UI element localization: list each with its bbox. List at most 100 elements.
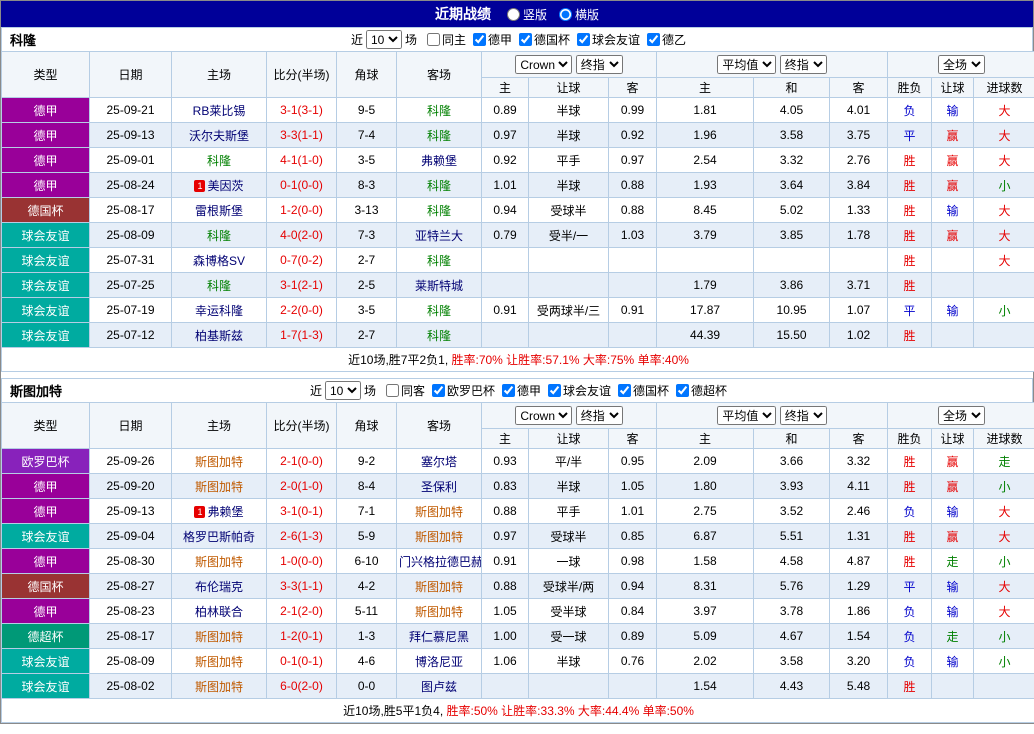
competition-filter[interactable]: 球会友谊 xyxy=(577,31,640,48)
competition-filter[interactable]: 同客 xyxy=(386,382,425,399)
layout-radio[interactable] xyxy=(559,8,572,21)
away-team-name[interactable]: 图卢兹 xyxy=(421,680,457,694)
competition-filter[interactable]: 德超杯 xyxy=(676,382,727,399)
scope-select[interactable]: 全场 xyxy=(938,406,985,425)
competition-filter-checkbox[interactable] xyxy=(432,384,445,397)
home-team-name[interactable]: RB莱比锡 xyxy=(193,104,246,118)
away-team-name[interactable]: 门兴格拉德巴赫 xyxy=(399,555,482,569)
competition-filter-checkbox[interactable] xyxy=(647,33,660,46)
home-team-name[interactable]: 弗赖堡 xyxy=(207,505,243,519)
competition-filter[interactable]: 德甲 xyxy=(473,31,512,48)
scope-select[interactable]: 全场 xyxy=(938,55,985,74)
competition-filter[interactable]: 德甲 xyxy=(502,382,541,399)
avg-draw-odds-cell: 4.58 xyxy=(754,549,830,574)
home-team-name[interactable]: 斯图加特 xyxy=(195,630,243,644)
away-team-name[interactable]: 博洛尼亚 xyxy=(415,655,463,669)
layout-radio-option[interactable]: 竖版 xyxy=(507,6,547,23)
away-team-name[interactable]: 科隆 xyxy=(427,129,451,143)
handicap-away-odds-cell: 0.76 xyxy=(609,649,657,674)
bookmaker-time-select[interactable]: 终指 xyxy=(576,406,623,425)
summary-stats: 胜率:50% 让胜率:33.3% 大率:44.4% 单率:50% xyxy=(447,704,694,718)
competition-filter[interactable]: 德国杯 xyxy=(519,31,570,48)
home-team-name[interactable]: 柏林联合 xyxy=(195,605,243,619)
home-team-cell: 科隆 xyxy=(172,223,267,248)
recent-count-select[interactable]: 10 xyxy=(325,381,361,400)
away-team-name[interactable]: 科隆 xyxy=(427,254,451,268)
competition-filter[interactable]: 德国杯 xyxy=(618,382,669,399)
competition-type-cell: 德超杯 xyxy=(2,624,90,649)
home-team-cell: 柏林联合 xyxy=(172,599,267,624)
competition-filter[interactable]: 德乙 xyxy=(647,31,686,48)
away-team-name[interactable]: 科隆 xyxy=(427,329,451,343)
recent-count-select[interactable]: 10 xyxy=(366,30,402,49)
away-team-name[interactable]: 莱斯特城 xyxy=(415,279,463,293)
home-team-name[interactable]: 柏基斯兹 xyxy=(195,329,243,343)
away-team-name[interactable]: 科隆 xyxy=(427,304,451,318)
match-date-cell: 25-09-13 xyxy=(90,499,172,524)
score-cell: 2-0(1-0) xyxy=(267,474,337,499)
competition-filter-checkbox[interactable] xyxy=(519,33,532,46)
average-time-select[interactable]: 终指 xyxy=(780,55,827,74)
home-team-name[interactable]: 科隆 xyxy=(207,154,231,168)
away-team-name[interactable]: 科隆 xyxy=(427,179,451,193)
goals-result-cell: 小 xyxy=(974,649,1034,674)
home-team-name[interactable]: 幸运科隆 xyxy=(195,304,243,318)
away-team-cell: 斯图加特 xyxy=(397,599,482,624)
avg-home-odds-cell: 1.93 xyxy=(657,173,754,198)
avg-draw-odds-cell: 3.52 xyxy=(754,499,830,524)
home-team-name[interactable]: 斯图加特 xyxy=(195,680,243,694)
home-team-name[interactable]: 格罗巴斯帕奇 xyxy=(183,530,255,544)
competition-filter-checkbox[interactable] xyxy=(502,384,515,397)
average-select[interactable]: 平均值 xyxy=(717,406,776,425)
away-team-name[interactable]: 斯图加特 xyxy=(415,580,463,594)
competition-filter-checkbox[interactable] xyxy=(473,33,486,46)
home-team-name[interactable]: 布伦瑞克 xyxy=(195,580,243,594)
competition-filter-checkbox[interactable] xyxy=(577,33,590,46)
goals-result-cell: 大 xyxy=(974,223,1034,248)
avg-away-odds-cell: 1.54 xyxy=(830,624,888,649)
competition-filter-checkbox[interactable] xyxy=(676,384,689,397)
match-row: 球会友谊25-07-31森博格SV0-7(0-2)2-7科隆胜大 xyxy=(2,248,1034,273)
layout-radio[interactable] xyxy=(507,8,520,21)
home-team-name[interactable]: 斯图加特 xyxy=(195,455,243,469)
away-team-name[interactable]: 斯图加特 xyxy=(415,605,463,619)
home-team-name[interactable]: 斯图加特 xyxy=(195,555,243,569)
home-team-name[interactable]: 森博格SV xyxy=(193,254,245,268)
home-team-name[interactable]: 科隆 xyxy=(207,229,231,243)
bookmaker-time-select[interactable]: 终指 xyxy=(576,55,623,74)
competition-filter-checkbox[interactable] xyxy=(618,384,631,397)
bookmaker-select[interactable]: Crown xyxy=(515,55,572,74)
away-team-name[interactable]: 斯图加特 xyxy=(415,530,463,544)
away-team-name[interactable]: 拜仁慕尼黑 xyxy=(409,630,469,644)
away-team-name[interactable]: 科隆 xyxy=(427,204,451,218)
bookmaker-select[interactable]: Crown xyxy=(515,406,572,425)
handicap-line-cell: 半球 xyxy=(529,474,609,499)
competition-filter-checkbox[interactable] xyxy=(427,33,440,46)
competition-type-cell: 德甲 xyxy=(2,474,90,499)
layout-radio-option[interactable]: 横版 xyxy=(559,6,599,23)
away-team-name[interactable]: 弗赖堡 xyxy=(421,154,457,168)
away-team-name[interactable]: 科隆 xyxy=(427,104,451,118)
handicap-home-odds-cell: 0.97 xyxy=(482,123,529,148)
away-team-name[interactable]: 圣保利 xyxy=(421,480,457,494)
home-team-name[interactable]: 斯图加特 xyxy=(195,655,243,669)
away-team-name[interactable]: 斯图加特 xyxy=(415,505,463,519)
home-team-name[interactable]: 雷根斯堡 xyxy=(195,204,243,218)
away-team-name[interactable]: 塞尔塔 xyxy=(421,455,457,469)
handicap-result-cell: 赢 xyxy=(932,123,974,148)
handicap-away-odds-cell: 0.98 xyxy=(609,549,657,574)
competition-filter-checkbox[interactable] xyxy=(548,384,561,397)
summary-prefix: 近10场,胜5平1负4, xyxy=(343,704,446,718)
average-select[interactable]: 平均值 xyxy=(717,55,776,74)
handicap-result-cell: 输 xyxy=(932,599,974,624)
average-time-select[interactable]: 终指 xyxy=(780,406,827,425)
home-team-name[interactable]: 科隆 xyxy=(207,279,231,293)
competition-filter[interactable]: 同主 xyxy=(427,31,466,48)
home-team-name[interactable]: 美因茨 xyxy=(207,179,243,193)
competition-filter-checkbox[interactable] xyxy=(386,384,399,397)
home-team-name[interactable]: 沃尔夫斯堡 xyxy=(189,129,249,143)
away-team-name[interactable]: 亚特兰大 xyxy=(415,229,463,243)
home-team-name[interactable]: 斯图加特 xyxy=(195,480,243,494)
competition-filter[interactable]: 球会友谊 xyxy=(548,382,611,399)
competition-filter[interactable]: 欧罗巴杯 xyxy=(432,382,495,399)
